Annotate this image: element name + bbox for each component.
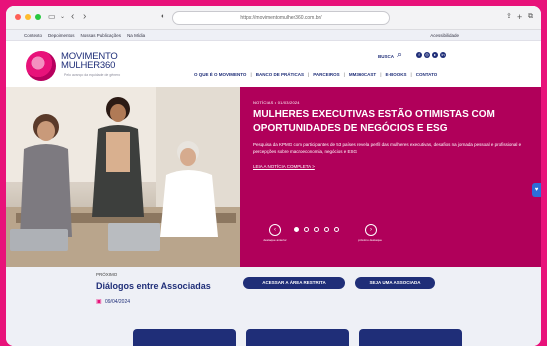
tab-overview-icon[interactable]: ⧉ <box>528 11 533 23</box>
hero-content: NOTÍCIAS • 01/03/2024 MULHERES EXECUTIVA… <box>240 87 541 267</box>
next-slide-label: próximo destaque <box>358 238 382 242</box>
next-event-date: 09/04/2024 <box>105 299 131 305</box>
main-nav: O QUE É O MOVIMENTO | BANCO DE PRÁTICAS | … <box>194 72 438 77</box>
next-event-section: PRÓXIMO Diálogos entre Associadas ▣ 09/0… <box>6 267 541 346</box>
nav-item-contato[interactable]: CONTATO <box>416 72 438 77</box>
content-card[interactable] <box>133 329 236 346</box>
browser-window: ▭ ⌄ ‹ › ◐ https://movimentomulher360.com… <box>6 6 541 346</box>
logo-icon[interactable] <box>26 51 56 81</box>
utility-link-depoimentos[interactable]: Depoimentos <box>48 33 75 38</box>
youtube-icon[interactable]: ▸ <box>432 52 438 58</box>
nav-item-ebooks[interactable]: E-BOOKS <box>385 72 406 77</box>
social-links: f ◎ ▸ in <box>416 52 446 58</box>
content-cards <box>133 329 462 346</box>
next-event-kicker: PRÓXIMO <box>96 272 118 277</box>
prev-slide-button[interactable]: ‹ <box>269 224 281 236</box>
slide-dot-5[interactable] <box>334 227 339 232</box>
read-more-link[interactable]: LEIA A NOTÍCIA COMPLETA > <box>253 164 315 169</box>
close-window-button[interactable] <box>15 14 21 20</box>
search-icon[interactable]: ⌕ <box>397 49 402 60</box>
share-icon[interactable]: ⇪ <box>506 11 512 23</box>
search-label: BUSCA <box>378 54 395 59</box>
become-member-button[interactable]: SEJA UMA ASSOCIADA <box>355 277 435 289</box>
back-button[interactable]: ‹ <box>71 11 74 23</box>
chat-widget-icon[interactable]: ♥ <box>532 183 541 197</box>
minimize-window-button[interactable] <box>25 14 31 20</box>
hero-tag: NOTÍCIAS • 01/03/2024 <box>253 100 300 105</box>
calendar-icon: ▣ <box>96 299 102 305</box>
logo-wordmark[interactable]: MOVIMENTO MULHER360 <box>61 52 118 71</box>
logo-tagline: Pelo avanço da equidade de gênero <box>64 73 121 77</box>
next-slide-button[interactable]: › <box>365 224 377 236</box>
instagram-icon[interactable]: ◎ <box>424 52 430 58</box>
hero-body: Pesquisa da KPMG com participantes de 53… <box>253 142 522 154</box>
utility-link-na-midia[interactable]: Na Mídia <box>127 33 145 38</box>
slide-indicators <box>294 227 339 232</box>
privacy-shield-icon[interactable]: ◐ <box>161 11 165 23</box>
hero-title[interactable]: MULHERES EXECUTIVAS ESTÃO OTIMISTAS COM … <box>253 108 503 136</box>
prev-slide-label: destaque anterior <box>263 238 287 242</box>
maximize-window-button[interactable] <box>35 14 41 20</box>
next-event-title[interactable]: Diálogos entre Associadas <box>96 281 211 291</box>
sidebar-icon[interactable]: ▭ <box>48 11 56 23</box>
site-header: MOVIMENTO MULHER360 Pelo avanço da equid… <box>6 41 541 88</box>
logo-line-2: MULHER360 <box>61 60 116 71</box>
forward-button[interactable]: › <box>83 11 86 23</box>
nav-item-banco-de-praticas[interactable]: BANCO DE PRÁTICAS <box>256 72 304 77</box>
slide-dot-1[interactable] <box>294 227 299 232</box>
address-bar[interactable]: https://movimentomulher360.com.br/ <box>172 11 390 25</box>
slide-dot-4[interactable] <box>324 227 329 232</box>
facebook-icon[interactable]: f <box>416 52 422 58</box>
nav-item-mm360cast[interactable]: MM360CAST <box>349 72 376 77</box>
linkedin-icon[interactable]: in <box>440 52 446 58</box>
accessibility-link[interactable]: Acessibilidade <box>430 33 459 38</box>
restricted-area-button[interactable]: ACESSAR A ÁREA RESTRITA <box>243 277 345 289</box>
utility-link-contexto[interactable]: Contexto <box>24 33 42 38</box>
new-tab-icon[interactable]: + <box>517 11 522 23</box>
content-card[interactable] <box>246 329 349 346</box>
content-card[interactable] <box>359 329 462 346</box>
slide-dot-2[interactable] <box>304 227 309 232</box>
chevron-down-icon[interactable]: ⌄ <box>60 11 65 23</box>
hero-carousel: NOTÍCIAS • 01/03/2024 MULHERES EXECUTIVA… <box>6 87 541 267</box>
utility-bar: Contexto Depoimentos Nossas Publicações … <box>6 30 541 41</box>
utility-link-publicacoes[interactable]: Nossas Publicações <box>81 33 122 38</box>
window-controls <box>15 14 41 20</box>
hero-photo <box>6 87 240 267</box>
browser-toolbar: ▭ ⌄ ‹ › ◐ https://movimentomulher360.com… <box>6 6 541 30</box>
hero-photo-illustration <box>6 87 240 267</box>
nav-item-parceiros[interactable]: PARCEIROS <box>313 72 339 77</box>
slide-dot-3[interactable] <box>314 227 319 232</box>
nav-item-o-que-e[interactable]: O QUE É O MOVIMENTO <box>194 72 246 77</box>
